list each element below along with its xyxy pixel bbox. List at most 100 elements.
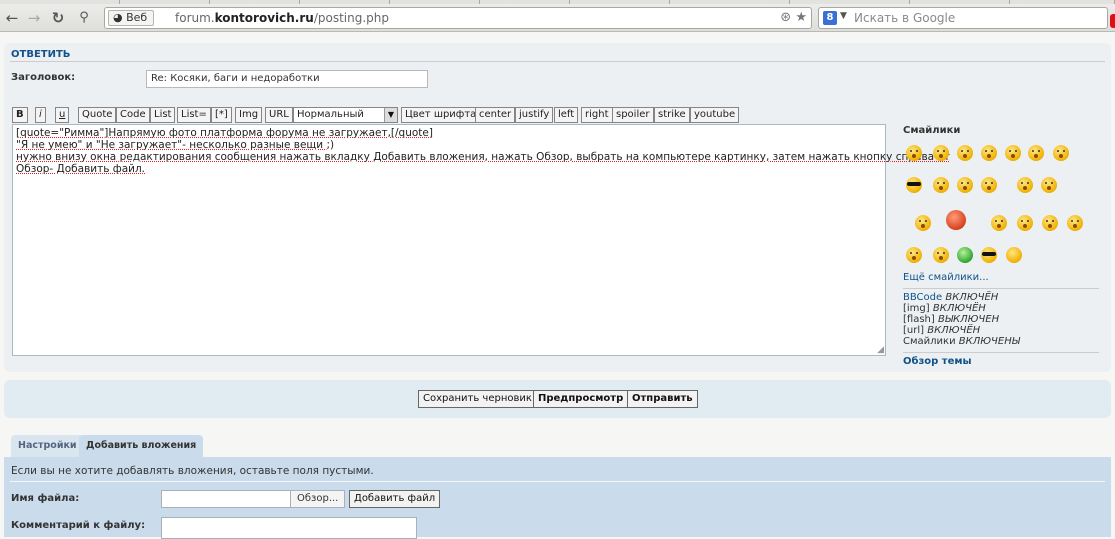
resize-grip-icon[interactable]: ◢ [877, 346, 884, 355]
underline-button[interactable]: u [55, 107, 70, 123]
list-item-button[interactable]: [*] [211, 107, 232, 123]
youtube-button[interactable]: youtube [690, 107, 740, 123]
smiley-sunglasses-icon[interactable] [906, 177, 922, 193]
smiley-wink-icon[interactable] [1005, 145, 1021, 161]
italic-button[interactable]: i [35, 107, 46, 123]
url-status-state: ВКЛЮЧЁН [927, 325, 981, 336]
smiley-question-icon[interactable] [1042, 215, 1058, 231]
align-left-button[interactable]: left [554, 107, 579, 123]
browse-button[interactable]: Обзор... [291, 490, 346, 508]
url-path: /posting.php [313, 11, 389, 25]
bold-button[interactable]: B [12, 107, 28, 123]
font-color-button[interactable]: Цвет шрифта [401, 107, 481, 123]
smiley-idea-icon[interactable] [1067, 215, 1083, 231]
url-button[interactable]: URL [265, 107, 293, 123]
smiley-exclaim-icon[interactable] [1017, 215, 1033, 231]
smiley-grin-icon[interactable] [957, 145, 973, 161]
smilies-sidebar: Смайлики Ещё смайлики... BBCode ВКЛЮЧЁН … [903, 125, 1099, 367]
search-bar[interactable]: 8 ▼ Искать в Google [818, 7, 1108, 29]
url-host-domain: kontorovich.ru [214, 11, 314, 25]
search-engine-icon[interactable]: 8 [823, 11, 837, 25]
chevron-down-icon[interactable]: ▼ [840, 11, 847, 21]
search-input[interactable]: Искать в Google [854, 11, 955, 25]
message-line: [quote="Римма"]Напрямую фото платформа ф… [16, 127, 433, 139]
smiley-tongue-icon[interactable] [981, 177, 997, 193]
center-button[interactable]: center [475, 107, 516, 123]
font-size-select[interactable]: Нормальный ▼ [293, 107, 398, 123]
attachments-panel: Если вы не хотите добавлять вложения, ос… [4, 457, 1111, 539]
topic-review-link[interactable]: Обзор темы [903, 356, 1099, 367]
subject-input[interactable]: Re: Косяки, баги и недоработки [146, 70, 428, 88]
forward-icon[interactable]: → [24, 8, 44, 28]
notification-icon[interactable] [1110, 14, 1115, 28]
divider [10, 61, 1105, 62]
smilies-heading: Смайлики [903, 125, 961, 136]
smiley-surprised-icon[interactable] [1028, 145, 1044, 161]
globe-icon: ◕ [113, 11, 123, 24]
attachments-info: Если вы не хотите добавлять вложения, ос… [11, 465, 374, 477]
img-button[interactable]: Img [235, 107, 263, 123]
ordered-list-button[interactable]: List= [177, 107, 211, 123]
page-content: ОТВЕТИТЬ Заголовок: Re: Косяки, баги и н… [0, 33, 1115, 539]
smiley-mad-icon[interactable] [957, 177, 973, 193]
smilies-status: Смайлики ВКЛЮЧЕНЫ [903, 336, 1099, 347]
reload-icon[interactable]: ↻ [48, 8, 68, 28]
smiley-sleep-icon[interactable] [1053, 145, 1069, 161]
bbcode-link[interactable]: BBCode [903, 292, 942, 303]
smiley-devil-icon[interactable] [946, 210, 966, 230]
url-actions: ⊛ ★ [780, 10, 807, 25]
key-icon[interactable]: ⚲ [74, 8, 94, 28]
smilies-grid [903, 136, 1099, 270]
message-textarea[interactable]: [quote="Римма"]Напрямую фото платформа ф… [12, 124, 950, 356]
smiley-smile-icon[interactable] [906, 145, 922, 161]
smiley-bandit-icon[interactable] [1006, 247, 1022, 263]
message-line: нужно внизу окна редактирования сообщени… [16, 151, 950, 163]
font-size-selected: Нормальный [297, 109, 364, 120]
file-comment-textarea[interactable] [161, 517, 417, 539]
smiley-arrow-icon[interactable] [906, 247, 922, 263]
more-smilies-link[interactable]: Ещё смайлики... [903, 272, 1099, 283]
smiley-dance-icon[interactable] [915, 215, 931, 231]
save-draft-button[interactable]: Сохранить черновик [418, 390, 537, 408]
file-input[interactable] [161, 490, 291, 508]
rss-icon[interactable]: ⊛ [780, 10, 791, 25]
message-line: Обзор- Добавить файл. [16, 163, 146, 175]
divider [10, 481, 1105, 482]
align-right-button[interactable]: right [581, 107, 613, 123]
code-button[interactable]: Code [116, 107, 150, 123]
address-bar[interactable]: ◕ Веб forum.kontorovich.ru/posting.php ⊛… [104, 7, 812, 29]
url-host-prefix: forum. [175, 11, 215, 25]
strike-button[interactable]: strike [654, 107, 690, 123]
smiley-laugh-icon[interactable] [981, 145, 997, 161]
file-comment-label: Комментарий к файлу: [11, 520, 146, 531]
flash-status: [flash] ВЫКЛЮЧЕН [903, 314, 1099, 325]
smiley-rolleyes-icon[interactable] [991, 215, 1007, 231]
smiley-cool-icon[interactable] [981, 247, 997, 263]
filename-label: Имя файла: [11, 493, 80, 504]
spoiler-button[interactable]: spoiler [612, 107, 654, 123]
add-file-button[interactable]: Добавить файл [349, 490, 441, 508]
tab-add-attachments[interactable]: Добавить вложения [79, 435, 204, 457]
preview-button[interactable]: Предпросмотр [533, 390, 629, 408]
img-status: [img] ВКЛЮЧЁН [903, 303, 1099, 314]
smiley-happy-icon[interactable] [1041, 177, 1057, 193]
back-icon[interactable]: ← [2, 8, 22, 28]
smilies-status-state: ВКЛЮЧЕНЫ [958, 336, 1020, 347]
smiley-green-icon[interactable] [957, 247, 973, 263]
message-line: "Я не умею" и "Не загружает"- несколько … [16, 139, 335, 151]
flash-status-state: ВЫКЛЮЧЕН [937, 314, 1000, 325]
url-text[interactable]: forum.kontorovich.ru/posting.php [175, 11, 389, 25]
bbcode-state: ВКЛЮЧЁН [945, 292, 999, 303]
smiley-sad-icon[interactable] [933, 145, 949, 161]
submit-button[interactable]: Отправить [627, 390, 698, 408]
tab-settings[interactable]: Настройки [11, 435, 84, 457]
site-identity-button[interactable]: ◕ Веб [108, 10, 155, 26]
justify-button[interactable]: justify [515, 107, 554, 123]
bookmark-star-icon[interactable]: ★ [795, 10, 807, 25]
list-button[interactable]: List [150, 107, 176, 123]
smiley-blush-icon[interactable] [1017, 177, 1033, 193]
divider [903, 352, 1099, 353]
quote-button[interactable]: Quote [78, 107, 117, 123]
smiley-neutral-icon[interactable] [933, 247, 949, 263]
smiley-speaker-icon[interactable] [933, 177, 949, 193]
